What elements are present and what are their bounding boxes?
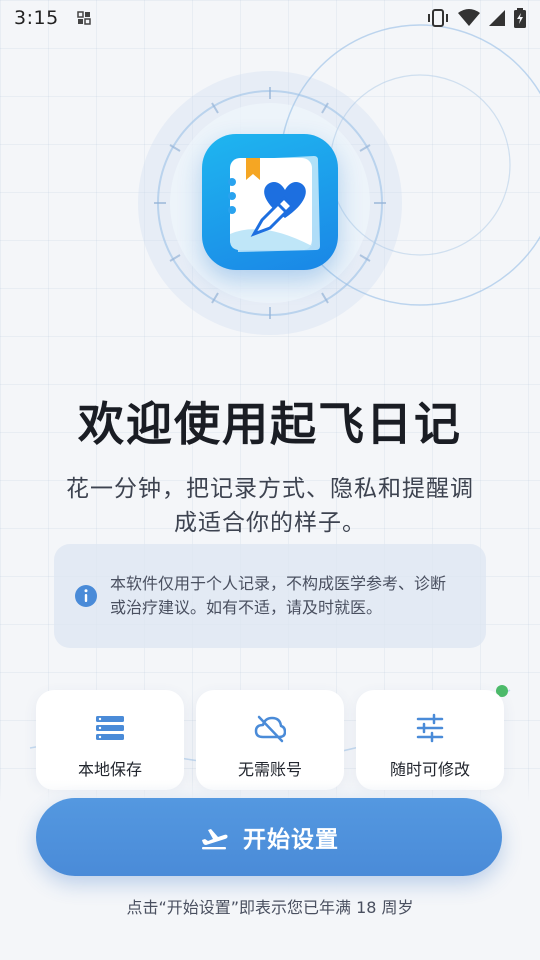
diary-logo-icon <box>228 156 320 252</box>
status-bar: 3:15 <box>0 0 540 36</box>
sliders-icon <box>416 713 444 743</box>
start-setup-label: 开始设置 <box>243 827 339 853</box>
feature-card-editable: 随时可修改 <box>356 690 504 790</box>
feature-cards: 本地保存 无需账号 随时可修改 <box>36 690 504 790</box>
airplane-takeoff-icon <box>202 829 228 850</box>
wifi-icon <box>458 9 480 26</box>
feature-label: 本地保存 <box>77 760 142 779</box>
signal-icon <box>489 10 505 26</box>
status-time: 3:15 <box>14 7 59 29</box>
vibrate-icon <box>428 9 448 27</box>
cloud-off-icon <box>254 715 286 743</box>
notification-grid-icon <box>76 11 91 25</box>
feature-label: 随时可修改 <box>389 760 470 779</box>
feature-card-no-account: 无需账号 <box>196 690 344 790</box>
start-setup-button[interactable]: 开始设置 <box>36 798 502 876</box>
app-logo <box>202 134 338 270</box>
age-confirmation-note: 点击“开始设置”即表示您已年满 18 周岁 <box>126 898 414 917</box>
storage-icon <box>96 716 124 740</box>
feature-card-local-storage: 本地保存 <box>36 690 184 790</box>
medical-disclaimer: 本软件仅用于个人记录，不构成医学参考、诊断或治疗建议。如有不适，请及时就医。 <box>54 544 486 648</box>
battery-icon <box>514 8 526 28</box>
feature-label: 无需账号 <box>237 760 302 779</box>
welcome-title: 欢迎使用起飞日记 <box>78 397 462 451</box>
info-icon <box>75 585 97 607</box>
welcome-subtitle: 花一分钟，把记录方式、隐私和提醒调成适合你的样子。 <box>66 476 474 536</box>
disclaimer-text: 本软件仅用于个人记录，不构成医学参考、诊断或治疗建议。如有不适，请及时就医。 <box>110 574 447 617</box>
